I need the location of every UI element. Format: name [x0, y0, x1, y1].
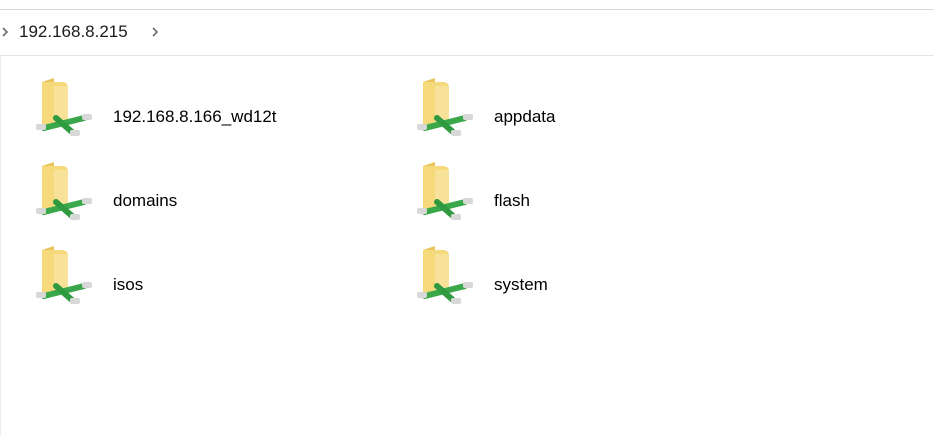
folder-name[interactable]: appdata — [494, 106, 555, 128]
address-bar[interactable]: 192.168.8.215 — [0, 10, 934, 56]
shared-folder-item[interactable]: system — [415, 244, 775, 320]
shared-folder-item[interactable]: domains — [34, 160, 394, 236]
shared-folder-item[interactable]: flash — [415, 160, 775, 236]
shared-folder-item[interactable]: 192.168.8.166_wd12t — [34, 76, 394, 152]
folder-name[interactable]: 192.168.8.166_wd12t — [113, 106, 277, 128]
network-folder-icon — [34, 244, 94, 306]
breadcrumb-host[interactable]: 192.168.8.215 — [19, 21, 128, 43]
chevron-right-icon[interactable] — [148, 25, 162, 39]
folder-name[interactable]: isos — [113, 274, 143, 296]
file-list: 192.168.8.166_wd12t appdata domains flas… — [0, 56, 934, 436]
folder-name[interactable]: domains — [113, 190, 177, 212]
chevron-right-icon[interactable] — [0, 25, 12, 39]
folder-name[interactable]: flash — [494, 190, 530, 212]
shared-folder-item[interactable]: isos — [34, 244, 394, 320]
file-explorer-window: 192.168.8.215 192.168.8.166_wd12t appdat… — [0, 0, 934, 436]
network-folder-icon — [34, 76, 94, 138]
folder-name[interactable]: system — [494, 274, 548, 296]
shared-folder-item[interactable]: appdata — [415, 76, 775, 152]
network-folder-icon — [415, 76, 475, 138]
network-folder-icon — [34, 160, 94, 222]
toolbar-strip — [0, 0, 934, 10]
network-folder-icon — [415, 244, 475, 306]
network-folder-icon — [415, 160, 475, 222]
